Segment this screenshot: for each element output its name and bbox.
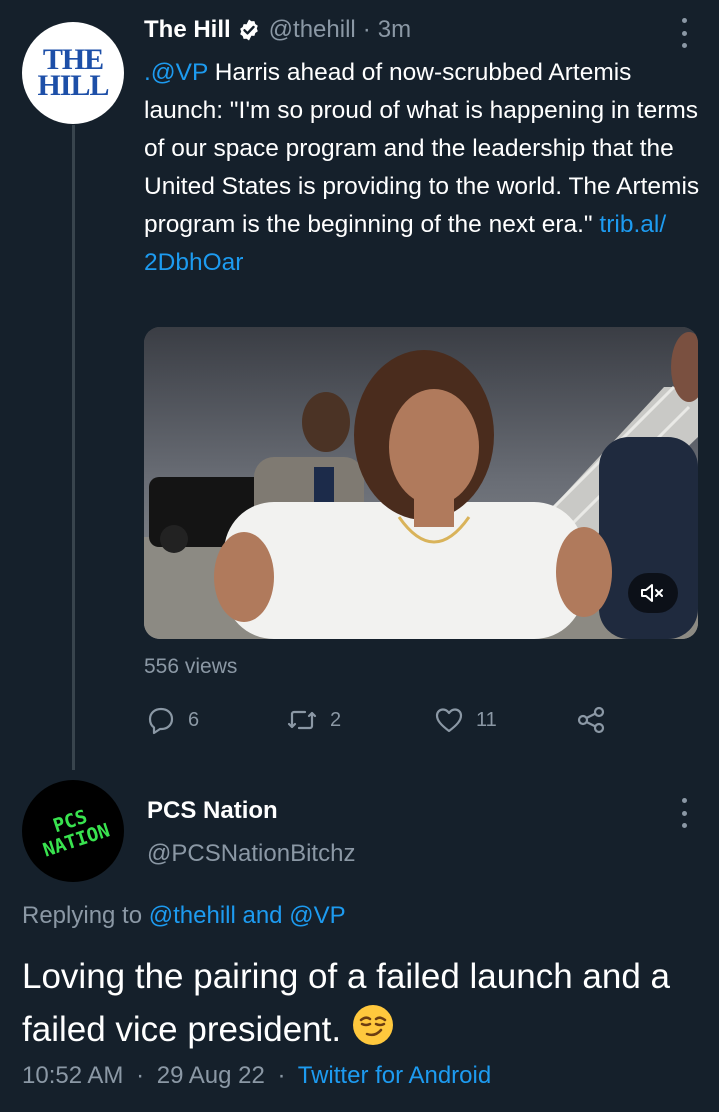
- reply-count: 6: [188, 708, 200, 731]
- replying-to-users[interactable]: @thehill and @VP: [149, 902, 346, 929]
- meta-separator: ·: [136, 1062, 145, 1089]
- tweet-text: .@VP Harris ahead of now-scrubbed Artemi…: [144, 54, 704, 282]
- thehill-logo: THE HILL: [37, 43, 109, 102]
- reply-author-handle[interactable]: @PCSNationBitchz: [147, 840, 355, 868]
- video-thumbnail: [144, 327, 698, 639]
- retweet-button[interactable]: 2: [286, 705, 341, 735]
- reply-icon: [148, 707, 174, 735]
- reply-time[interactable]: 10:52 AM: [22, 1062, 123, 1089]
- like-button[interactable]: 11: [434, 705, 497, 735]
- tweet-time[interactable]: 3m: [378, 16, 411, 44]
- view-count: 556 views: [144, 655, 238, 678]
- replying-to-label: Replying to: [22, 902, 149, 929]
- mute-icon[interactable]: [628, 573, 678, 613]
- author-handle[interactable]: @thehill: [269, 16, 356, 44]
- author-name[interactable]: The Hill: [144, 16, 231, 44]
- reply-author-avatar[interactable]: PCS NATION: [22, 780, 124, 882]
- reply-text: Loving the pairing of a failed launch an…: [22, 950, 702, 1062]
- thread-line: [72, 125, 75, 770]
- reply-more-options-icon[interactable]: [674, 798, 694, 828]
- mention-link[interactable]: .@VP: [144, 59, 208, 86]
- pcs-nation-logo: PCS NATION: [40, 805, 113, 862]
- share-button[interactable]: [576, 705, 618, 735]
- tweet-header: The Hill @thehill · 3m: [144, 16, 411, 44]
- reply-button[interactable]: 6: [146, 705, 199, 735]
- reply-author-name[interactable]: PCS Nation: [147, 797, 278, 825]
- meta-separator: ·: [277, 1062, 286, 1089]
- like-count: 11: [476, 708, 497, 731]
- retweet-count: 2: [330, 708, 342, 731]
- retweet-icon: [287, 710, 317, 730]
- share-icon: [577, 706, 605, 734]
- separator-dot: ·: [362, 16, 371, 43]
- reply-date[interactable]: 29 Aug 22: [157, 1062, 265, 1089]
- author-avatar[interactable]: THE HILL: [22, 22, 124, 124]
- source-link[interactable]: Twitter for Android: [298, 1062, 491, 1089]
- reply-body: Loving the pairing of a failed launch an…: [22, 957, 670, 1049]
- verified-badge-icon: [237, 18, 261, 42]
- heart-icon: [435, 708, 463, 733]
- tweet-meta: 10:52 AM · 29 Aug 22 · Twitter for Andro…: [22, 1062, 491, 1090]
- more-options-icon[interactable]: [674, 18, 694, 48]
- video-player[interactable]: [144, 327, 698, 639]
- smirk-emoji-icon: [351, 1003, 395, 1062]
- replying-to: Replying to @thehill and @VP: [22, 902, 346, 930]
